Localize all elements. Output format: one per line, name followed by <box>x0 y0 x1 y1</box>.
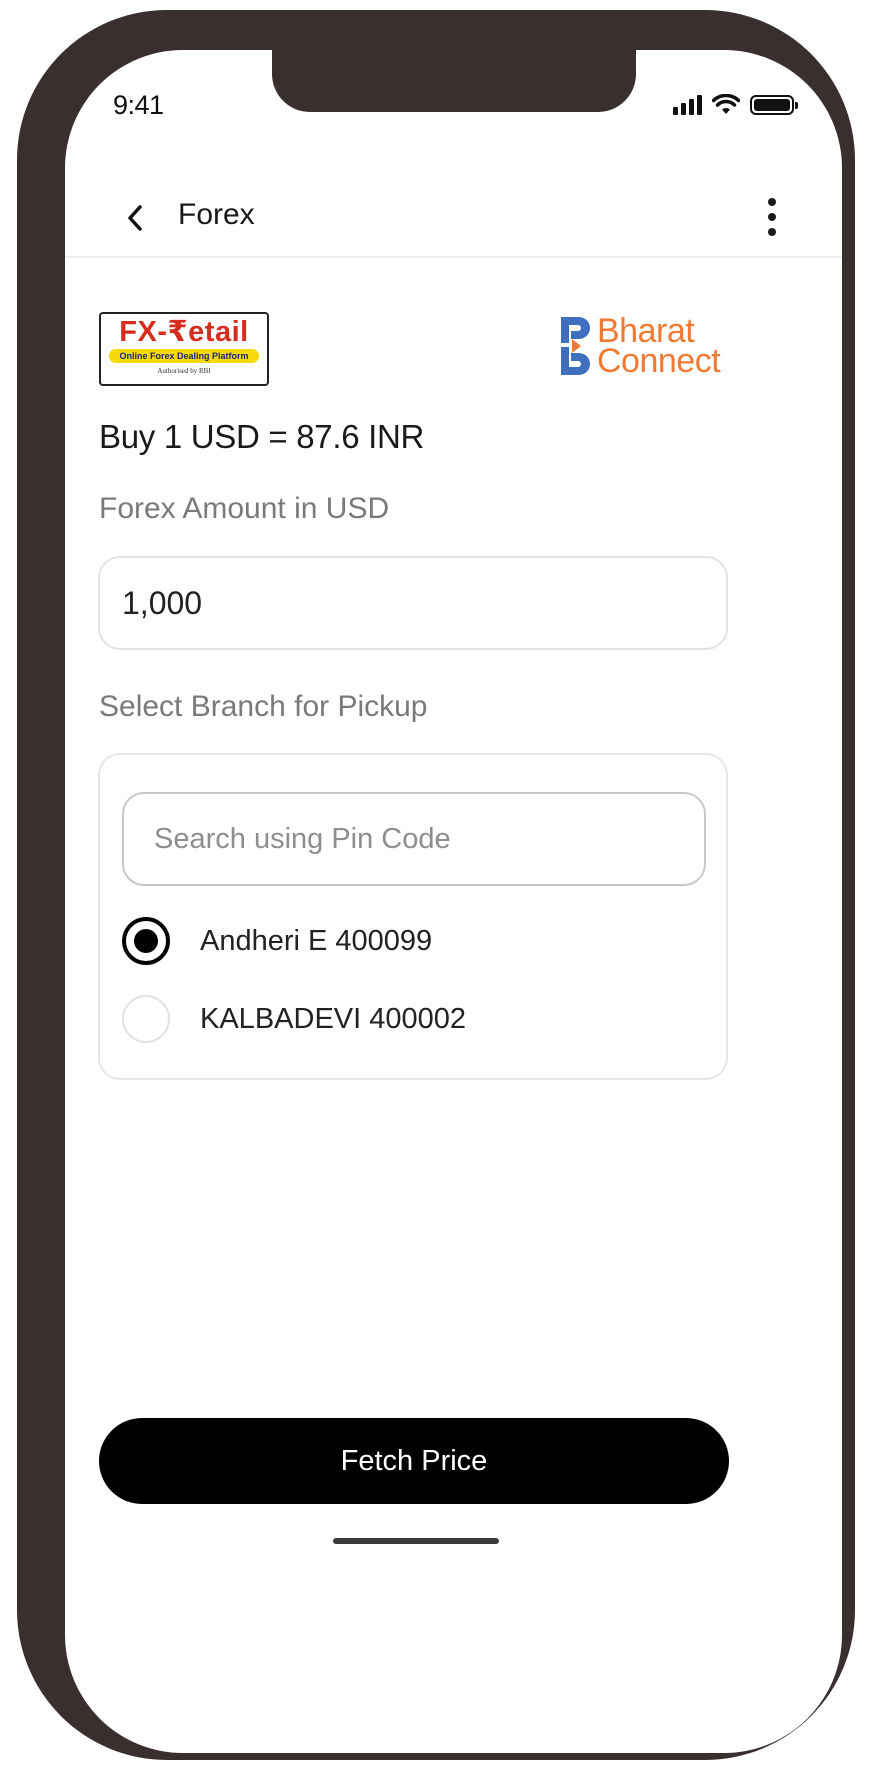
branch-option-label: Andheri E 400099 <box>200 924 433 957</box>
branch-option[interactable]: KALBADEVI 400002 <box>122 995 466 1043</box>
bharat-connect-line2: Connect <box>597 342 721 380</box>
branch-option-label: KALBADEVI 400002 <box>200 1002 467 1035</box>
fx-retail-authorised: Authorised by RBI <box>157 367 211 375</box>
app-header: Forex <box>65 168 842 258</box>
fx-retail-logo: FX-₹etail Online Forex Dealing Platform … <box>99 312 269 386</box>
pin-code-search-input[interactable] <box>122 792 706 886</box>
branch-select-card: Andheri E 400099 KALBADEVI 400002 <box>98 753 728 1080</box>
wifi-icon <box>712 94 740 114</box>
status-icons <box>673 90 798 120</box>
bharat-connect-logo: Bharat Connect <box>561 314 721 380</box>
page-title: Forex <box>178 198 255 231</box>
chevron-left-icon <box>128 205 142 231</box>
bharat-connect-mark-icon <box>561 317 590 375</box>
radio-button[interactable] <box>122 995 170 1043</box>
more-vertical-icon <box>768 198 776 206</box>
radio-button-selected[interactable] <box>122 917 170 965</box>
phone-notch <box>272 50 636 112</box>
back-button[interactable] <box>115 198 155 238</box>
more-options-button[interactable] <box>752 192 792 242</box>
branch-option[interactable]: Andheri E 400099 <box>122 917 432 965</box>
status-time: 9:41 <box>113 90 164 120</box>
fx-retail-tagline: Online Forex Dealing Platform <box>109 349 259 363</box>
forex-amount-input[interactable] <box>98 556 728 650</box>
app-screen: 9:41 Forex FX-₹etail Online Forex Dealin… <box>65 50 842 1753</box>
home-indicator <box>333 1538 499 1544</box>
fx-retail-logo-text: FX-₹etail <box>119 316 249 348</box>
exchange-rate: Buy 1 USD = 87.6 INR <box>99 418 425 455</box>
forex-amount-label: Forex Amount in USD <box>99 492 390 525</box>
bharat-connect-logo-text: Bharat Connect <box>597 314 721 380</box>
fetch-price-button[interactable]: Fetch Price <box>99 1418 729 1504</box>
battery-icon <box>750 95 798 115</box>
phone-frame: 9:41 Forex FX-₹etail Online Forex Dealin… <box>17 10 855 1760</box>
branch-select-label: Select Branch for Pickup <box>99 690 428 723</box>
cellular-signal-icon <box>673 95 702 115</box>
